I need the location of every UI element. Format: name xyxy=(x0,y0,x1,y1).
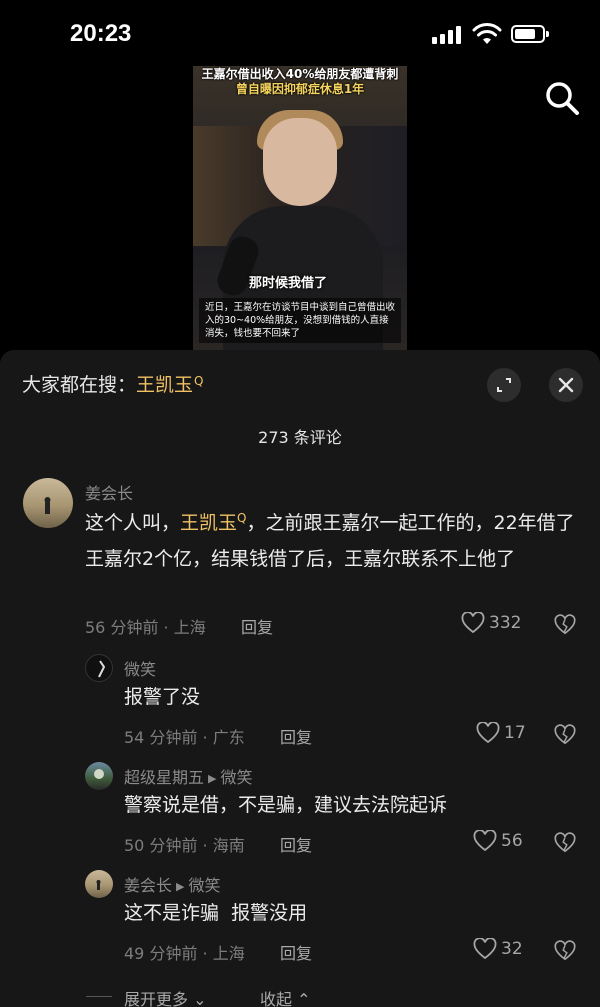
comment-time-location: 54 分钟前 · 广东 xyxy=(124,728,245,747)
avatar[interactable] xyxy=(23,478,73,528)
reply-item: 姜会长 ▶ 微笑 这不是诈骗 报警没用 49 分钟前 · 上海 回复 32 xyxy=(0,868,600,964)
like-button[interactable]: 332 xyxy=(461,612,521,634)
comment-time-location: 50 分钟前 · 海南 xyxy=(124,836,245,855)
video-player[interactable]: 王嘉尔借出收入40%给朋友都遭背刺 曾自曝因抑郁症休息1年 那时候我借了 近日，… xyxy=(193,66,407,351)
comment-sheet: 大家都在搜：王凯玉Q 273 条评论 姜会长 这个人叫，王凯玉Q，之前跟王嘉尔一… xyxy=(0,350,600,1007)
heart-icon xyxy=(476,722,500,744)
comment-text: 这个人叫，王凯玉Q，之前跟王嘉尔一起工作的，22年借了王嘉尔2个亿，结果钱借了后… xyxy=(85,506,575,576)
avatar[interactable] xyxy=(85,870,113,898)
like-count: 56 xyxy=(501,831,523,851)
keyword-search-icon: Q xyxy=(237,511,247,525)
heart-icon xyxy=(473,938,497,960)
comment-count: 273 条评论 xyxy=(258,428,342,447)
reply-button[interactable]: 回复 xyxy=(280,832,312,856)
trending-search[interactable]: 大家都在搜：王凯玉Q xyxy=(22,370,204,397)
comment-username[interactable]: 微笑 xyxy=(124,656,156,680)
trending-search-label: 大家都在搜： xyxy=(22,374,137,396)
avatar-image xyxy=(94,769,104,779)
heart-icon xyxy=(473,830,497,852)
chevron-up-icon: ⌃ xyxy=(292,990,311,1007)
collapse-button[interactable]: 收起 ⌃ xyxy=(260,986,311,1007)
like-count: 332 xyxy=(489,613,522,633)
comment-time-location: 49 分钟前 · 上海 xyxy=(124,944,245,963)
comment-time-location: 56 分钟前 · 上海 xyxy=(85,618,206,637)
trending-search-keyword[interactable]: 王凯玉 xyxy=(136,374,193,396)
heart-icon xyxy=(461,612,485,634)
video-subtitle: 近日，王嘉尔在访谈节目中谈到自己曾借出收入的30~40%给朋友，没想到借钱的人直… xyxy=(199,298,401,343)
like-count: 32 xyxy=(501,939,523,959)
close-button[interactable] xyxy=(549,368,583,402)
dislike-icon[interactable] xyxy=(554,832,576,854)
avatar[interactable] xyxy=(85,762,113,790)
like-button[interactable]: 56 xyxy=(473,830,523,852)
reply-item: 微笑 报警了没 54 分钟前 · 广东 回复 17 xyxy=(0,652,600,748)
divider xyxy=(86,996,112,997)
dislike-icon[interactable] xyxy=(554,614,576,636)
video-person-head xyxy=(263,118,337,206)
comment-username[interactable]: 姜会长 xyxy=(85,480,133,504)
video-title-line1: 王嘉尔借出收入40%给朋友都遭背刺 xyxy=(201,67,399,81)
collapse-label: 收起 xyxy=(260,990,293,1007)
like-count: 17 xyxy=(504,723,526,743)
reply-button[interactable]: 回复 xyxy=(280,940,312,964)
reply-target[interactable]: 微笑 xyxy=(220,768,252,787)
comment-text: 警察说是借，不是骗，建议去法院起诉 xyxy=(124,794,448,816)
like-button[interactable]: 32 xyxy=(473,938,523,960)
battery-icon xyxy=(511,25,549,43)
expand-more-label: 展开更多 xyxy=(124,990,189,1007)
expand-icon xyxy=(497,378,511,392)
search-keyword-icon: Q xyxy=(194,374,204,388)
reply-target[interactable]: 微笑 xyxy=(188,876,220,895)
avatar[interactable] xyxy=(85,654,113,682)
comment-username: 姜会长 ▶ 微笑 xyxy=(124,872,221,896)
close-icon xyxy=(558,377,574,393)
chevron-down-icon: ⌄ xyxy=(188,990,207,1007)
expand-button[interactable] xyxy=(487,368,521,402)
expand-more-button[interactable]: 展开更多 ⌄ xyxy=(124,986,207,1007)
like-button[interactable]: 17 xyxy=(476,722,526,744)
comment-username: 超级星期五 ▶ 微笑 xyxy=(124,764,253,788)
comment-keyword-link[interactable]: 王凯玉 xyxy=(180,512,237,534)
wifi-icon xyxy=(472,23,502,44)
comment-text: 这不是诈骗 报警没用 xyxy=(124,902,308,924)
cellular-signal-icon xyxy=(432,26,461,44)
video-title-line2: 曾自曝因抑郁症休息1年 xyxy=(235,82,365,96)
video-caption: 那时候我借了 xyxy=(249,276,328,291)
comment-item: 姜会长 这个人叫，王凯玉Q，之前跟王嘉尔一起工作的，22年借了王嘉尔2个亿，结果… xyxy=(0,478,600,638)
dislike-icon[interactable] xyxy=(554,724,576,746)
reply-arrow-icon: ▶ xyxy=(176,880,185,893)
replies-footer: 展开更多 ⌄ 收起 ⌃ xyxy=(0,986,600,1007)
reply-author[interactable]: 姜会长 xyxy=(124,876,172,895)
search-icon[interactable] xyxy=(542,78,582,118)
reply-arrow-icon: ▶ xyxy=(208,772,217,785)
reply-item: 超级星期五 ▶ 微笑 警察说是借，不是骗，建议去法院起诉 50 分钟前 · 海南 回… xyxy=(0,760,600,856)
avatar-image xyxy=(96,880,101,890)
reply-button[interactable]: 回复 xyxy=(280,724,312,748)
status-time: 20:23 xyxy=(70,20,132,47)
reply-button[interactable]: 回复 xyxy=(241,614,273,638)
reply-author[interactable]: 超级星期五 xyxy=(124,768,204,787)
avatar-image xyxy=(44,497,51,514)
avatar-image xyxy=(98,660,106,678)
status-bar: 20:23 xyxy=(0,0,600,70)
dislike-icon[interactable] xyxy=(554,940,576,962)
comment-text-part: 这个人叫， xyxy=(85,512,181,534)
comment-text: 报警了没 xyxy=(124,686,201,708)
video-title: 王嘉尔借出收入40%给朋友都遭背刺 曾自曝因抑郁症休息1年 xyxy=(193,66,407,97)
